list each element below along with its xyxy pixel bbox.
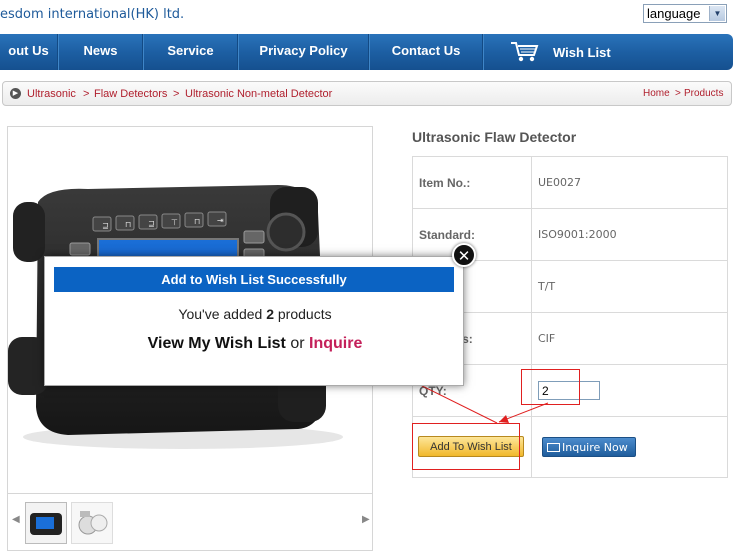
modal-or-text: or	[285, 335, 310, 352]
modal-added-message: You've added 2 products	[45, 306, 465, 322]
wishlist-success-modal: Add to Wish List Successfully You've add…	[44, 256, 464, 386]
modal-added-count: 2	[266, 306, 274, 322]
close-icon[interactable]: ✕	[452, 243, 476, 267]
modal-inquire-link[interactable]: Inquire	[309, 335, 362, 352]
modal-added-prefix: You've added	[178, 306, 267, 322]
modal-added-suffix: products	[274, 306, 332, 322]
modal-links: View My Wish List or Inquire	[45, 335, 465, 353]
modal-title: Add to Wish List Successfully	[54, 267, 454, 292]
view-wishlist-link[interactable]: View My Wish List	[148, 335, 286, 352]
